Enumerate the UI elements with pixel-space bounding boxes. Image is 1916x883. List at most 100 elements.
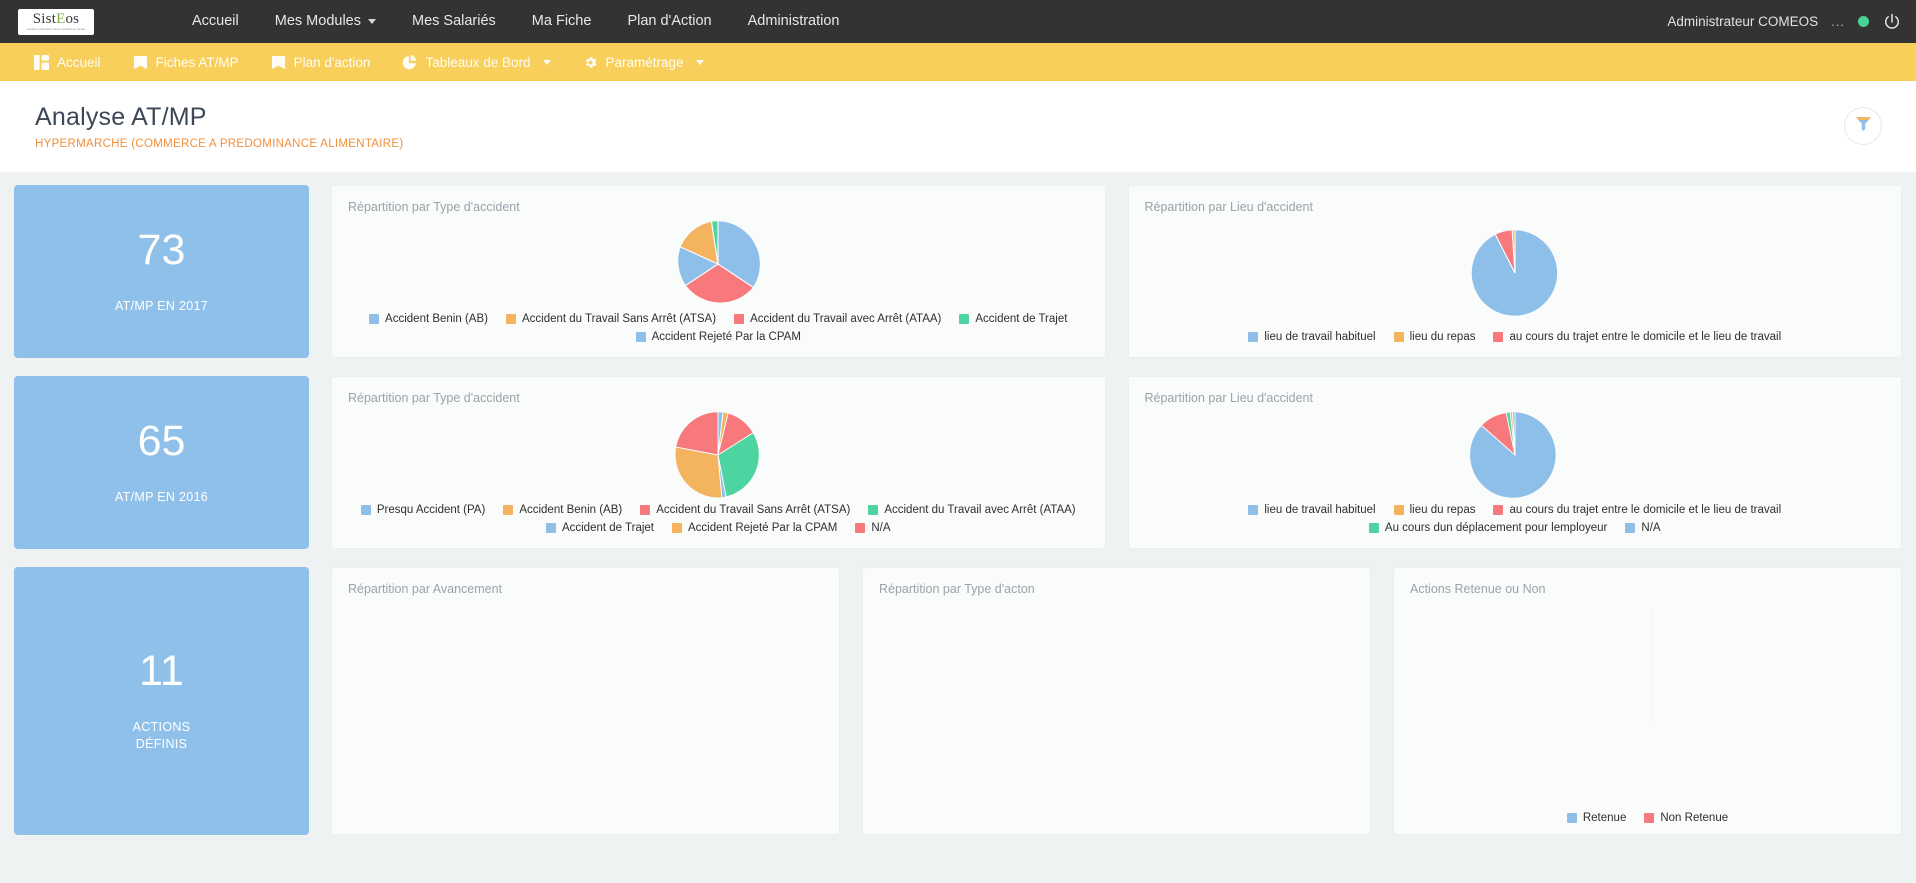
nav-item-accueil[interactable]: Accueil xyxy=(174,0,257,43)
legend-item[interactable]: Accident Benin (AB) xyxy=(503,504,622,516)
legend-item[interactable]: Accident Rejeté Par la CPAM xyxy=(635,331,801,343)
legend-item[interactable]: Accident du Travail avec Arrêt (ATAA) xyxy=(868,504,1076,516)
legend-label: Accident du Travail avec Arrêt (ATAA) xyxy=(884,504,1076,516)
legend-item[interactable]: Retenue xyxy=(1566,812,1627,824)
legend-item[interactable]: lieu de travail habituel xyxy=(1248,504,1376,516)
logo-text: SistEos xyxy=(32,11,80,27)
book-icon xyxy=(271,55,286,70)
nav-item-administration[interactable]: Administration xyxy=(730,0,858,43)
kpi-card-actions-definis[interactable]: 11 ACTIONS DÉFINIS xyxy=(14,567,309,835)
kpi-card-atmp-2016[interactable]: 65 AT/MP EN 2016 xyxy=(14,376,309,549)
book-icon xyxy=(133,55,148,70)
kpi-label: ACTIONS DÉFINIS xyxy=(133,719,191,753)
chart-title: Actions Retenue ou Non xyxy=(1410,582,1546,596)
pie-chart-type-accident-2016[interactable] xyxy=(348,405,1089,504)
toolbar-item-fiches-atmp[interactable]: Fiches AT/MP xyxy=(117,43,255,81)
toolbar-item-accueil[interactable]: Accueil xyxy=(18,43,117,81)
legend-item[interactable]: lieu du repas xyxy=(1393,504,1475,516)
pie-svg xyxy=(674,410,760,498)
page-header: Analyse AT/MP HYPERMARCHE (COMMERCE A PR… xyxy=(0,81,1916,172)
legend-item[interactable]: au cours du trajet entre le domicile et … xyxy=(1493,331,1781,343)
legend-item[interactable]: Accident de Trajet xyxy=(545,522,654,534)
nav-item-mes-modules[interactable]: Mes Modules xyxy=(257,0,394,43)
dashboard-body: 73 AT/MP EN 2017 Répartition par Type d'… xyxy=(0,172,1916,835)
status-indicator-dot xyxy=(1858,16,1869,27)
main-menu: Accueil Mes Modules Mes Salariés Ma Fich… xyxy=(174,0,858,43)
legend-swatch xyxy=(369,314,380,324)
legend-swatch xyxy=(868,505,879,515)
chart-legend-type-accident-2017: Accident Benin (AB) Accident du Travail … xyxy=(348,313,1089,343)
pie-chart-lieu-accident-2017[interactable] xyxy=(1145,214,1886,331)
legend-item[interactable]: au cours du trajet entre le domicile et … xyxy=(1493,504,1781,516)
legend-item[interactable]: Accident Benin (AB) xyxy=(369,313,488,325)
legend-item[interactable]: lieu du repas xyxy=(1393,331,1475,343)
nav-item-plan-daction[interactable]: Plan d'Action xyxy=(609,0,729,43)
legend-label: Accident du Travail Sans Arrêt (ATSA) xyxy=(656,504,851,516)
kpi-label: AT/MP EN 2017 xyxy=(114,298,209,313)
kpi-value: 73 xyxy=(137,225,186,274)
page-title: Analyse AT/MP xyxy=(35,103,207,131)
legend-item[interactable]: Accident de Trajet xyxy=(959,313,1067,325)
legend-swatch xyxy=(1644,813,1655,823)
chart-title: Répartition par Lieu d'accident xyxy=(1144,391,1313,405)
legend-swatch xyxy=(360,505,371,515)
filter-funnel-icon xyxy=(1855,115,1872,137)
legend-label: Accident Benin (AB) xyxy=(385,313,488,325)
legend-item[interactable]: Accident du Travail Sans Arrêt (ATSA) xyxy=(640,504,850,516)
toolbar-item-tableaux-de-bord[interactable]: Tableaux de Bord xyxy=(386,43,566,81)
chevron-down-icon xyxy=(695,59,704,65)
toolbar-item-parametrage[interactable]: Paramétrage xyxy=(567,43,720,81)
overflow-dots[interactable]: ... xyxy=(1831,14,1845,29)
legend-item[interactable]: Accident du Travail Sans Arrêt (ATSA) xyxy=(505,313,716,325)
legend-item[interactable]: lieu de travail habituel xyxy=(1248,331,1376,343)
user-area: Administrateur COMEOS ... xyxy=(1667,0,1902,43)
chart-legend-type-accident-2016: Presqu Accident (PA) Accident Benin (AB)… xyxy=(348,504,1089,534)
chart-area-actions-retenue[interactable]: Retenue Non Retenue xyxy=(1410,596,1885,834)
toolbar-label: Paramétrage xyxy=(605,54,684,70)
legend-item[interactable]: Non Retenue xyxy=(1644,812,1728,824)
legend-item[interactable]: Au cours dun déplacement pour lemployeur xyxy=(1368,522,1607,534)
legend-item[interactable]: N/A xyxy=(855,522,891,534)
legend-swatch xyxy=(959,314,970,324)
legend-swatch xyxy=(1393,505,1404,515)
kpi-value: 65 xyxy=(137,416,186,465)
legend-item[interactable]: Presqu Accident (PA) xyxy=(360,504,486,516)
legend-swatch xyxy=(505,314,516,324)
legend-swatch xyxy=(1493,332,1504,342)
legend-label: au cours du trajet entre le domicile et … xyxy=(1509,331,1782,343)
legend-swatch xyxy=(672,523,683,533)
filter-button[interactable] xyxy=(1844,107,1882,145)
legend-label: Accident Benin (AB) xyxy=(519,504,623,516)
chart-card-type-accident-2016: Répartition par Type d'accident Presqu A xyxy=(331,376,1106,549)
pie-chart-lieu-accident-2016[interactable] xyxy=(1145,405,1886,504)
nav-item-ma-fiche[interactable]: Ma Fiche xyxy=(514,0,610,43)
kpi-card-atmp-2017[interactable]: 73 AT/MP EN 2017 xyxy=(14,185,309,358)
legend-item[interactable]: Accident Rejeté Par la CPAM xyxy=(672,522,837,534)
logo[interactable]: SistEos solution prevention sante securi… xyxy=(18,8,94,35)
legend-item[interactable]: N/A xyxy=(1625,522,1661,534)
dashboard-row-2017: 73 AT/MP EN 2017 Répartition par Type d'… xyxy=(14,185,1902,358)
chart-area-avancement[interactable] xyxy=(348,596,823,834)
chart-title: Répartition par Avancement xyxy=(348,582,503,596)
chevron-down-icon xyxy=(542,59,551,65)
dashboard-row-2016: 65 AT/MP EN 2016 Répartition par Type d'… xyxy=(14,376,1902,549)
nav-item-mes-salaries[interactable]: Mes Salariés xyxy=(394,0,514,43)
power-icon[interactable] xyxy=(1882,12,1902,32)
chart-card-type-accident-2017: Répartition par Type d'accident Accident… xyxy=(331,185,1106,358)
pie-svg xyxy=(1468,410,1557,499)
legend-label: Presqu Accident (PA) xyxy=(376,504,486,516)
top-navigation-bar: SistEos solution prevention sante securi… xyxy=(0,0,1916,43)
chart-title: Répartition par Type d'accident xyxy=(348,391,520,405)
legend-label: Accident de Trajet xyxy=(975,313,1068,325)
kpi-label-line1: ACTIONS xyxy=(132,719,191,734)
chart-title: Répartition par Type d'accident xyxy=(348,200,520,214)
toolbar-label: Accueil xyxy=(57,54,101,70)
legend-swatch xyxy=(1248,505,1259,515)
legend-item[interactable]: Accident du Travail avec Arrêt (ATAA) xyxy=(734,313,941,325)
user-name[interactable]: Administrateur COMEOS xyxy=(1667,14,1818,29)
chevron-down-icon xyxy=(367,19,376,24)
chart-area-type-acton[interactable] xyxy=(879,596,1354,834)
toolbar-item-plan-daction[interactable]: Plan d'action xyxy=(255,43,387,81)
legend-label: Retenue xyxy=(1582,812,1627,824)
pie-chart-type-accident-2017[interactable] xyxy=(348,214,1089,313)
